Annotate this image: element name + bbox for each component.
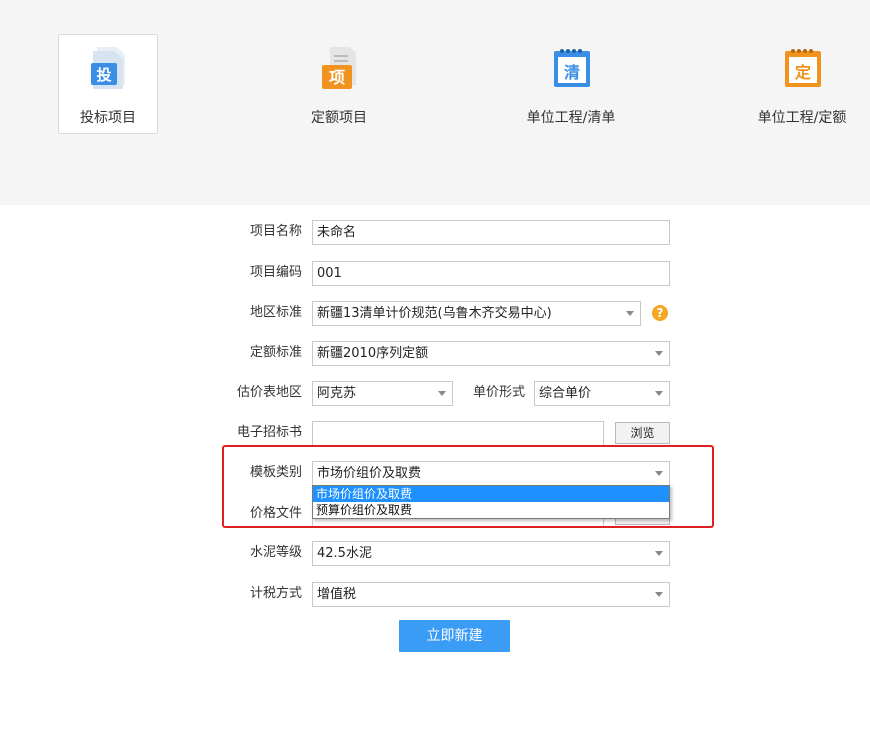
cement-grade-label: 水泥等级 <box>249 545 302 560</box>
quota-standard-value: 新疆2010序列定额 <box>317 346 429 361</box>
tender-file-input[interactable] <box>312 421 604 446</box>
type-quota-project[interactable]: 项 定额项目 <box>289 34 389 134</box>
chevron-down-icon <box>655 592 663 597</box>
type-label: 单位工程/定额 <box>757 110 847 126</box>
create-now-button[interactable]: 立即新建 <box>399 620 510 652</box>
type-unit-bill[interactable]: 清 单位工程/清单 <box>521 34 621 134</box>
quota-standard-label: 定额标准 <box>249 345 302 360</box>
region-standard-value: 新疆13清单计价规范(乌鲁木齐交易中心) <box>317 306 552 321</box>
chevron-down-icon <box>655 391 663 396</box>
chevron-down-icon <box>626 311 634 316</box>
price-region-select[interactable]: 阿克苏 <box>312 381 453 406</box>
svg-text:投: 投 <box>96 66 111 84</box>
tender-file-label: 电子招标书 <box>236 425 302 440</box>
price-region-value: 阿克苏 <box>317 386 357 401</box>
unit-price-form-label: 单价形式 <box>472 385 525 400</box>
tax-method-value: 增值税 <box>317 587 357 602</box>
help-icon[interactable]: ? <box>652 305 668 321</box>
type-label: 投标项目 <box>80 110 136 126</box>
region-standard-select[interactable]: 新疆13清单计价规范(乌鲁木齐交易中心) <box>312 301 641 326</box>
bid-project-icon: 投 <box>91 47 125 89</box>
browse-button[interactable]: 浏览 <box>615 422 670 444</box>
tax-method-label: 计税方式 <box>249 586 302 601</box>
project-code-label: 项目编码 <box>249 265 302 280</box>
project-code-input[interactable]: 001 <box>312 261 670 286</box>
tax-method-select[interactable]: 增值税 <box>312 582 670 607</box>
type-label: 定额项目 <box>311 110 367 126</box>
quota-standard-select[interactable]: 新疆2010序列定额 <box>312 341 670 366</box>
type-label: 单位工程/清单 <box>526 110 616 126</box>
svg-text:项: 项 <box>329 68 345 87</box>
cement-grade-value: 42.5水泥 <box>317 546 372 561</box>
project-name-input[interactable]: 未命名 <box>312 220 670 245</box>
unit-price-form-select[interactable]: 综合单价 <box>534 381 670 406</box>
type-bid-project[interactable]: 投 投标项目 <box>58 34 158 134</box>
svg-text:定: 定 <box>794 63 811 82</box>
chevron-down-icon <box>655 351 663 356</box>
unit-price-form-value: 综合单价 <box>539 386 592 401</box>
type-unit-quota[interactable]: 定 单位工程/定额 <box>752 34 852 134</box>
region-standard-label: 地区标准 <box>249 305 302 320</box>
unit-bill-icon: 清 <box>554 49 590 87</box>
quota-project-icon: 项 <box>322 47 356 89</box>
cement-grade-select[interactable]: 42.5水泥 <box>312 541 670 566</box>
project-type-bar: 投 投标项目 项 定额项目 清 单位工程/清单 定 单位工程/定额 <box>0 0 870 205</box>
chevron-down-icon <box>655 551 663 556</box>
project-name-label: 项目名称 <box>249 224 302 239</box>
unit-quota-icon: 定 <box>785 49 821 87</box>
svg-text:清: 清 <box>564 63 580 82</box>
price-region-label: 估价表地区 <box>236 385 302 400</box>
highlight-box <box>222 445 714 528</box>
